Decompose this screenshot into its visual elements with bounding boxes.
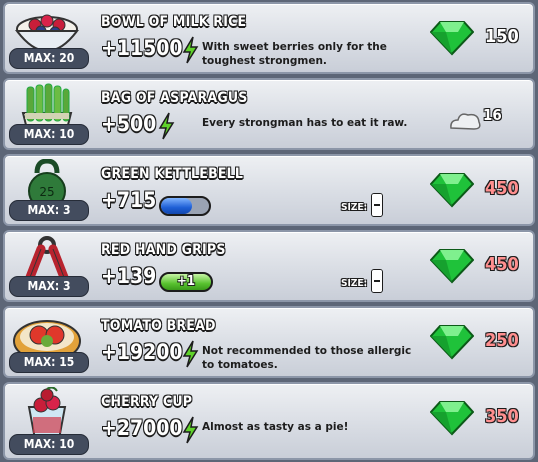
energy-bolt-icon (182, 340, 199, 368)
shop-item-row[interactable]: MAX: 3 RED HAND GRIPS +139 +1 SIZE: 450 (3, 230, 535, 302)
max-quantity-badge: MAX: 15 (9, 352, 89, 373)
gem-icon (430, 249, 474, 284)
energy-bolt-icon (158, 112, 175, 140)
strength-bonus: +19200 (101, 340, 183, 364)
size-label: SIZE: (341, 202, 368, 213)
size-2-icon (372, 194, 382, 216)
item-price: 150 (485, 26, 519, 47)
max-quantity-badge: MAX: 3 (9, 276, 89, 297)
max-quantity-badge: MAX: 10 (9, 434, 89, 455)
silver-icon (450, 113, 481, 130)
shop-item-row[interactable]: MAX: 20 BOWL OF MILK RICE +11500 With sw… (3, 2, 535, 74)
cherry-cup-icon (11, 387, 83, 441)
item-title: CHERRY CUP (101, 394, 193, 410)
item-price: 16 (483, 106, 502, 124)
energy-bolt-icon (182, 36, 199, 64)
max-quantity-badge: MAX: 10 (9, 124, 89, 145)
item-price: 250 (485, 330, 519, 351)
shop-item-row[interactable]: MAX: 10 CHERRY CUP +27000 Almost as tast… (3, 382, 535, 460)
max-quantity-badge: MAX: 20 (9, 48, 89, 69)
item-title: GREEN KETTLEBELL (101, 166, 244, 182)
item-title: TOMATO BREAD (101, 318, 216, 334)
item-description: Not recommended to those allergic to tom… (202, 345, 412, 371)
size-2-icon (372, 270, 382, 292)
size-label: SIZE: (341, 278, 368, 289)
max-quantity-badge: MAX: 3 (9, 200, 89, 221)
gem-icon (430, 21, 474, 56)
item-title: BOWL OF MILK RICE (101, 14, 247, 30)
strength-bonus: +27000 (101, 416, 183, 440)
duration-progress-bar (159, 196, 211, 216)
gem-icon (430, 325, 474, 360)
gem-icon (430, 401, 474, 436)
item-description: Almost as tasty as a pie! (202, 421, 349, 433)
item-title: BAG OF ASPARAGUS (101, 90, 248, 106)
svg-text:25: 25 (39, 185, 54, 199)
energy-bolt-icon (182, 416, 199, 444)
strength-bonus: +715 (101, 188, 157, 212)
energy-bonus-text: +1 (177, 274, 195, 289)
gem-icon (430, 173, 474, 208)
item-title: RED HAND GRIPS (101, 242, 226, 258)
energy-bonus-badge: +1 (159, 272, 213, 292)
shop-item-row[interactable]: MAX: 15 TOMATO BREAD +19200 Not recommen… (3, 306, 535, 378)
shop-item-list: MAX: 20 BOWL OF MILK RICE +11500 With sw… (0, 0, 538, 462)
item-price: 450 (485, 254, 519, 275)
item-price: 450 (485, 178, 519, 199)
strength-bonus: +11500 (101, 36, 183, 60)
item-description: With sweet berries only for the toughest… (202, 41, 387, 67)
shop-item-row[interactable]: 25 MAX: 3 GREEN KETTLEBELL +715 SIZE: 45… (3, 154, 535, 226)
strength-bonus: +500 (101, 112, 157, 136)
item-price: 350 (485, 406, 519, 427)
strength-bonus: +139 (101, 264, 157, 288)
item-description: Every strongman has to eat it raw. (202, 117, 408, 129)
shop-item-row[interactable]: MAX: 10 BAG OF ASPARAGUS +500 Every stro… (3, 78, 535, 150)
